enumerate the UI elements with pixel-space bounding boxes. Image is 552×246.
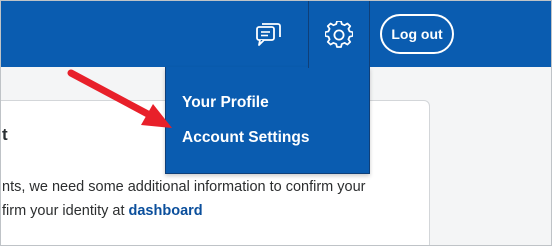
card-text-line-2: firm your identity at dashboard [2,203,203,219]
card-title: t [2,125,8,144]
settings-button[interactable] [308,1,370,68]
menu-item-your-profile[interactable]: Your Profile [182,94,269,112]
message-icon [256,23,281,46]
menu-item-account-settings[interactable]: Account Settings [182,129,309,147]
gear-icon [325,20,353,48]
card-text-line-2-prefix: firm your identity at [2,203,129,219]
app-window: Log out t nts, we need some additional i… [0,0,552,246]
top-navigation-bar: Log out [1,1,551,67]
messages-button[interactable] [251,17,285,51]
settings-dropdown-menu: Your Profile Account Settings [165,67,370,174]
logout-button[interactable]: Log out [380,14,454,54]
card-text-line-1: nts, we need some additional information… [2,179,366,195]
dashboard-link[interactable]: dashboard [129,203,203,219]
